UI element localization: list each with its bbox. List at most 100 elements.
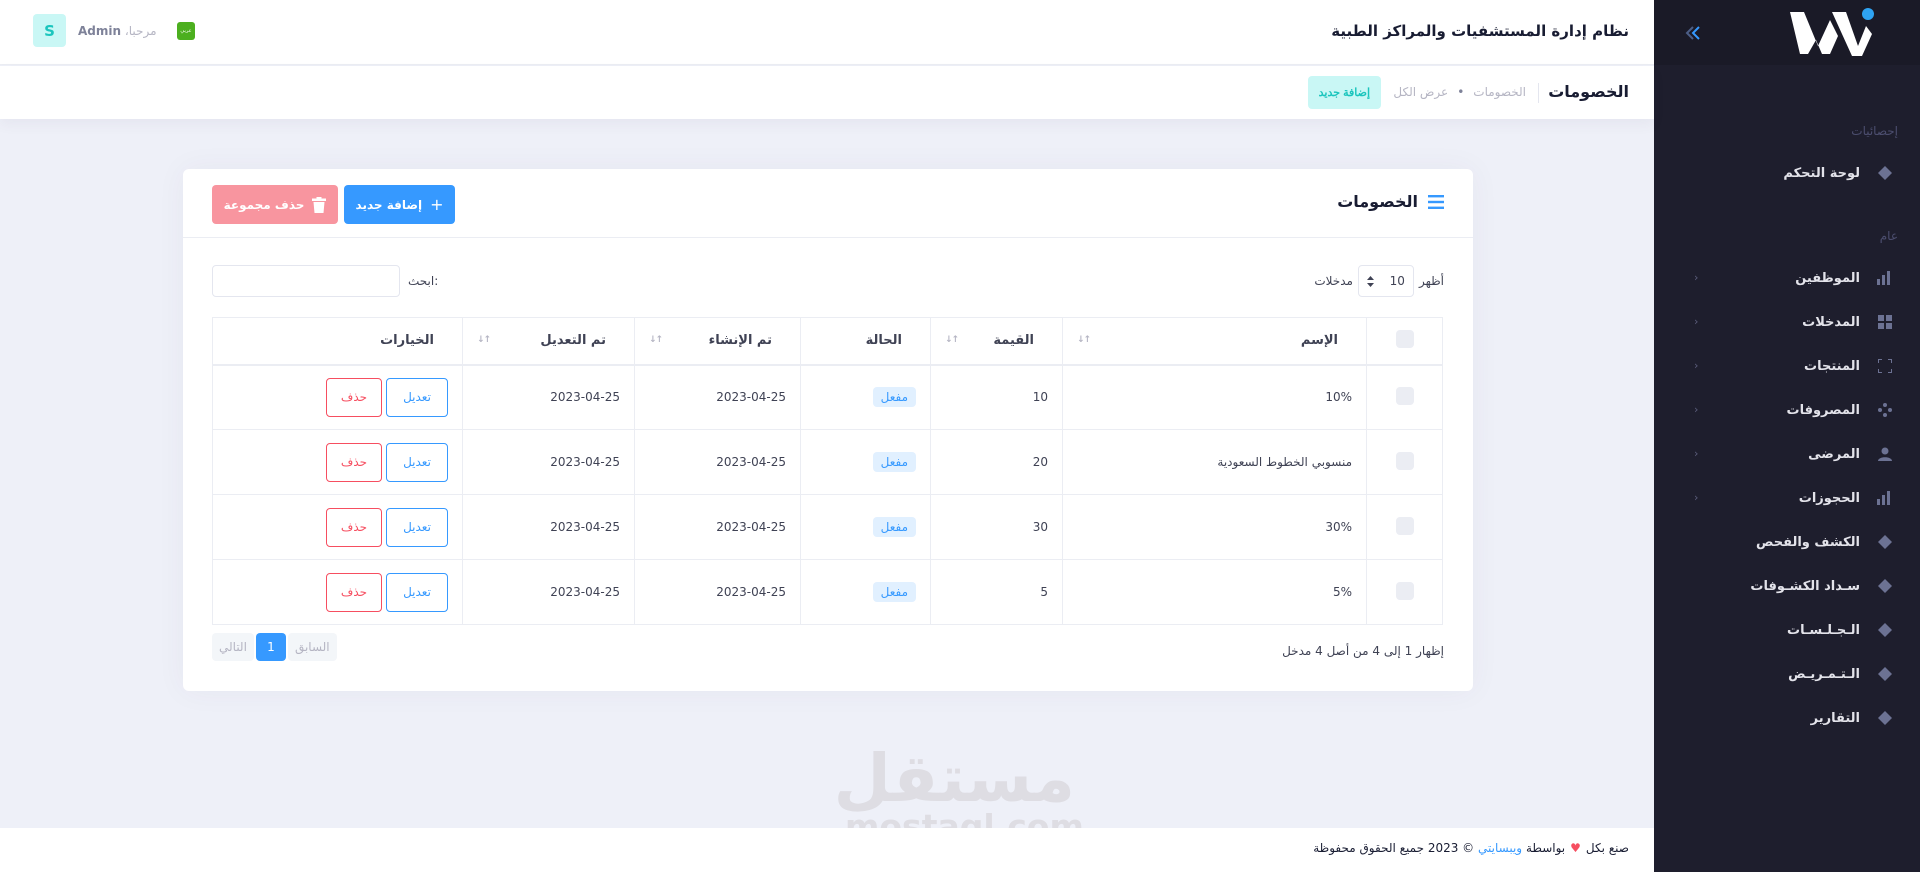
- sidebar-collapse-toggle[interactable]: [1680, 20, 1706, 46]
- breadcrumb-link-discounts[interactable]: الخصومات: [1473, 85, 1526, 99]
- sidebar-item-label: الكشف والفحص: [1755, 534, 1860, 550]
- sidebar-item-expenses[interactable]: المصروفات ‹: [1654, 390, 1920, 430]
- diamond-icon: [1875, 532, 1895, 552]
- edit-button[interactable]: تعديل: [386, 572, 448, 612]
- user-menu[interactable]: S مرحبا، Admin: [33, 14, 157, 47]
- cell-updated: 2023-04-25: [462, 364, 635, 430]
- diamond-icon: [1875, 620, 1895, 640]
- sidebar-item-nursing[interactable]: الـتـمـريـض: [1654, 654, 1920, 694]
- row-checkbox[interactable]: [1395, 386, 1414, 405]
- user-greeting: مرحبا، Admin: [78, 24, 157, 38]
- footer-prefix: صنع بكل: [1585, 841, 1629, 855]
- row-checkbox[interactable]: [1395, 516, 1414, 535]
- pagination-next[interactable]: التالي: [212, 633, 254, 661]
- breadcrumb-link-view-all[interactable]: عرض الكل: [1393, 85, 1448, 99]
- footer-copyright: © 2023 جميع الحقوق محفوظة: [1313, 841, 1475, 855]
- edit-button[interactable]: تعديل: [386, 507, 448, 547]
- sidebar-item-sessions[interactable]: الـجـلـسـات: [1654, 610, 1920, 650]
- subheader-divider: [1538, 83, 1539, 103]
- sidebar-item-reports[interactable]: التقارير: [1654, 698, 1920, 738]
- column-header-value[interactable]: القيمة ↑↓: [930, 317, 1063, 366]
- table-row: 30% 30 مفعل 2023-04-25 2023-04-25 تعديلح…: [212, 494, 1443, 560]
- show-label: أظهر: [1418, 274, 1444, 288]
- cell-name: 10%: [1062, 364, 1367, 430]
- section-label-stats: إحصائيات: [1851, 124, 1898, 138]
- table-row: 10% 10 مفعل 2023-04-25 2023-04-25 تعديلح…: [212, 364, 1443, 430]
- status-badge: مفعل: [872, 582, 916, 602]
- sidebar-item-label: المرضى: [1808, 446, 1860, 462]
- page-length-value: 10: [1389, 274, 1405, 288]
- heart-icon: ♥: [1570, 841, 1581, 855]
- breadcrumb-separator: •: [1457, 85, 1465, 99]
- sidebar-item-dashboard[interactable]: لوحة التحكم: [1654, 153, 1920, 193]
- language-flag-icon[interactable]: عربي: [177, 22, 195, 40]
- column-header-status: الحالة: [800, 317, 931, 366]
- sidebar-item-employees[interactable]: الموظفين ‹: [1654, 258, 1920, 298]
- bulk-delete-button[interactable]: حذف مجموعة: [212, 185, 338, 224]
- status-badge: مفعل: [872, 387, 916, 408]
- chevron-left-icon: ‹: [1694, 403, 1699, 416]
- footer-brand-link[interactable]: ويبسايتي: [1478, 841, 1522, 855]
- sidebar-item-bookings[interactable]: الحجوزات ‹: [1654, 478, 1920, 518]
- select-all-cell: [1366, 317, 1443, 366]
- cell-updated: 2023-04-25: [462, 559, 635, 625]
- discounts-card: الخصومات + إضافة جديد حذف مجموعة أظهر 10…: [183, 169, 1473, 691]
- row-select-cell: [1366, 494, 1443, 560]
- cell-actions: تعديلحذف: [212, 364, 463, 430]
- sort-icon: ↑↓: [1077, 335, 1091, 345]
- entries-label: مدخلات: [1314, 274, 1353, 288]
- add-new-button[interactable]: + إضافة جديد: [344, 185, 455, 224]
- sidebar-item-label: الـجـلـسـات: [1787, 622, 1860, 638]
- cell-value: 10: [930, 364, 1063, 430]
- dots-icon: [1875, 400, 1895, 420]
- edit-button[interactable]: تعديل: [386, 377, 448, 417]
- row-checkbox[interactable]: [1395, 451, 1414, 470]
- cell-updated: 2023-04-25: [462, 494, 635, 560]
- add-new-label: إضافة جديد: [355, 197, 423, 212]
- topbar: نظام إدارة المستشفيات والمراكز الطبية عر…: [0, 0, 1654, 65]
- pagination-page-1[interactable]: 1: [255, 633, 286, 661]
- edit-button[interactable]: تعديل: [386, 442, 448, 482]
- search-input[interactable]: [212, 265, 400, 297]
- sort-icon: ↑↓: [945, 335, 959, 345]
- column-header-label: الحالة: [865, 333, 902, 349]
- cell-name: منسوبي الخطوط السعودية: [1062, 429, 1367, 495]
- status-badge: مفعل: [872, 517, 916, 537]
- avatar[interactable]: S: [33, 14, 66, 47]
- chevron-left-icon: ‹: [1694, 447, 1699, 460]
- sidebar-item-label: التقارير: [1810, 710, 1860, 726]
- plus-icon: +: [430, 195, 444, 214]
- sidebar-item-patients[interactable]: المرضى ‹: [1654, 434, 1920, 474]
- sidebar-item-exam-payments[interactable]: سـداد الكشـوفات: [1654, 566, 1920, 606]
- page-length-select[interactable]: 10: [1357, 265, 1414, 297]
- user-icon: [1875, 444, 1895, 464]
- chevron-left-icon: ‹: [1694, 315, 1699, 328]
- sidebar-item-label: المدخلات: [1802, 314, 1860, 330]
- section-label-general: عام: [1879, 229, 1898, 243]
- sidebar-item-examination[interactable]: الكشف والفحص: [1654, 522, 1920, 562]
- grid-icon: [1875, 312, 1895, 332]
- delete-button[interactable]: حذف: [326, 377, 382, 417]
- list-icon: [1428, 194, 1444, 209]
- footer: صنع بكل ♥ بواسطة ويبسايتي © 2023 جميع الحق…: [0, 828, 1654, 872]
- sidebar-item-products[interactable]: المنتجات ‹: [1654, 346, 1920, 386]
- row-select-cell: [1366, 559, 1443, 625]
- chevron-left-icon: ‹: [1694, 271, 1699, 284]
- pagination: السابق 1 التالي: [212, 633, 337, 661]
- sidebar-item-inputs[interactable]: المدخلات ‹: [1654, 302, 1920, 342]
- subheader: الخصومات الخصومات • عرض الكل إضافة جديد: [0, 66, 1654, 119]
- column-header-name[interactable]: الإسم ↑↓: [1062, 317, 1367, 366]
- delete-button[interactable]: حذف: [326, 442, 382, 482]
- subheader-add-button[interactable]: إضافة جديد: [1307, 76, 1381, 109]
- pagination-previous[interactable]: السابق: [287, 633, 337, 661]
- column-header-created[interactable]: تم الإنشاء ↑↓: [634, 317, 801, 366]
- row-checkbox[interactable]: [1395, 581, 1414, 600]
- delete-button[interactable]: حذف: [326, 572, 382, 612]
- brand-logo[interactable]: [1786, 6, 1882, 60]
- delete-button[interactable]: حذف: [326, 507, 382, 547]
- trash-icon: [312, 196, 327, 213]
- page-length-control: أظهر 10 مدخلات: [1314, 265, 1444, 297]
- column-header-updated[interactable]: تم التعديل ↑↓: [462, 317, 635, 366]
- table-info: إظهار 1 إلى 4 من أصل 4 مدخل: [1282, 644, 1444, 658]
- select-all-checkbox[interactable]: [1395, 329, 1414, 348]
